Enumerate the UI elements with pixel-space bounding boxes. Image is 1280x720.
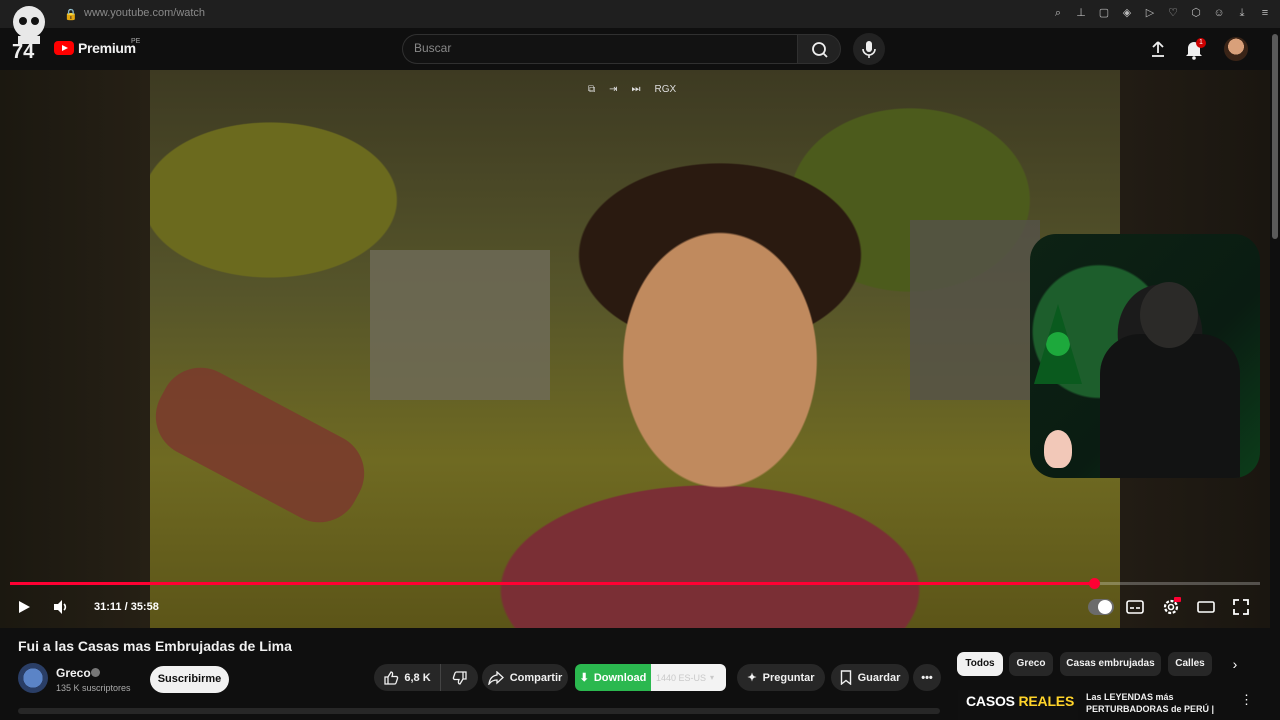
subscribe-button[interactable]: Suscribirme — [150, 666, 229, 693]
autoplay-knob — [1098, 600, 1112, 614]
download-label: Download — [593, 671, 647, 684]
settings-gear-icon[interactable] — [1161, 597, 1181, 617]
shield-icon[interactable]: ◈ — [1120, 6, 1134, 20]
presenter-arm — [141, 353, 379, 537]
menu-icon[interactable]: ≡ — [1258, 6, 1272, 20]
thumbs-up-icon — [384, 670, 399, 685]
video-player[interactable]: ⧉ ⇥ ⏭ RGX 31:11 / 35:58 — [0, 70, 1270, 628]
ask-button[interactable]: ✦ Preguntar — [737, 664, 825, 691]
pip-icon[interactable]: ⧉ — [588, 84, 595, 95]
country-code: PE — [131, 38, 141, 45]
lock-icon: 🔒 — [64, 9, 78, 21]
exit-icon[interactable]: ⇥ — [609, 84, 617, 95]
overlay-label[interactable]: RGX — [655, 84, 677, 95]
player-ambient-left — [0, 70, 150, 628]
save-button[interactable]: Guardar — [831, 664, 909, 691]
zoom-icon[interactable]: ⌕ — [1051, 6, 1065, 20]
like-dislike-group: 6,8 K — [374, 664, 478, 691]
more-actions-button[interactable]: ••• — [913, 664, 941, 691]
ask-label: Preguntar — [762, 671, 815, 684]
download-arrow-icon: ⬇ — [579, 672, 589, 684]
download-quality-value: 1440 ES-US — [656, 672, 707, 683]
subscriber-count: 135 K suscriptores — [56, 683, 131, 693]
video-frame[interactable] — [141, 70, 1120, 628]
video-title: Fui a las Casas mas Embrujadas de Lima — [18, 638, 292, 654]
description-box[interactable] — [18, 708, 940, 714]
download-quality-select[interactable]: 1440 ES-US ▾ — [651, 664, 726, 691]
progress-bar[interactable] — [10, 578, 1260, 589]
channel-name[interactable]: Greco — [56, 666, 91, 680]
extension-icon[interactable]: ⬡ — [1189, 6, 1203, 20]
chip-channel[interactable]: Greco — [1009, 652, 1053, 676]
background-building — [910, 220, 1040, 400]
time-display: 31:11 / 35:58 — [94, 601, 159, 613]
mic-icon — [862, 41, 876, 58]
like-count: 6,8 K — [404, 671, 431, 684]
search-input[interactable]: Buscar — [414, 41, 451, 55]
browser-extensions: ⌕ ⊥ ▢ ◈ ▷ ♡ ⬡ ☺ ⤓ ≡ — [1051, 6, 1272, 20]
webcam-person-head — [1140, 282, 1198, 348]
christmas-tree — [1034, 304, 1082, 384]
more-horizontal-icon: ••• — [921, 671, 933, 684]
address-bar[interactable]: www.youtube.com/watch — [84, 7, 205, 19]
fullscreen-icon[interactable] — [1232, 598, 1250, 616]
like-button[interactable]: 6,8 K — [374, 664, 441, 691]
chip-topic[interactable]: Calles — [1168, 652, 1212, 676]
share-arrow-icon — [487, 670, 504, 685]
channel-avatar[interactable] — [18, 663, 48, 693]
verified-badge-icon — [91, 668, 100, 677]
voice-search-button[interactable] — [853, 33, 885, 65]
browser-toolbar: 🔒 www.youtube.com/watch ⌕ ⊥ ▢ ◈ ▷ ♡ ⬡ ☺ … — [0, 0, 1280, 28]
recommendation-thumbnail-text: CASOS REALES — [966, 693, 1075, 709]
heart-icon[interactable]: ♡ — [1166, 6, 1180, 20]
save-label: Guardar — [857, 671, 901, 684]
chip-topic[interactable]: Casas embrujadas — [1060, 652, 1161, 676]
dislike-button[interactable] — [441, 670, 478, 686]
progress-scrubber[interactable] — [1088, 578, 1100, 589]
webcam-person-body — [1100, 334, 1240, 478]
play-icon[interactable]: ▷ — [1143, 6, 1157, 20]
background-building — [370, 250, 550, 400]
streamer-webcam-overlay — [1030, 234, 1260, 478]
upload-icon[interactable] — [1148, 39, 1168, 59]
person-icon[interactable]: ☺ — [1212, 6, 1226, 20]
player-controls: 31:11 / 35:58 — [0, 590, 1270, 626]
user-avatar[interactable] — [1224, 37, 1248, 61]
chevron-right-icon[interactable]: › — [1226, 655, 1244, 673]
recommendation-title[interactable]: Las LEYENDAS más PERTURBADORAS de PERÚ | — [1086, 691, 1226, 715]
youtube-premium-logo[interactable]: Premium — [54, 40, 136, 56]
search-button[interactable] — [797, 34, 841, 64]
autoplay-toggle[interactable] — [1088, 599, 1114, 615]
more-vertical-icon[interactable]: ⋮ — [1240, 692, 1253, 708]
video-overlay-toolbar: ⧉ ⇥ ⏭ RGX — [588, 84, 676, 95]
share-button[interactable]: Compartir — [482, 664, 568, 691]
chip-all[interactable]: Todos — [957, 652, 1003, 676]
skull-logo-icon: 74 — [12, 6, 45, 60]
play-button-icon[interactable] — [16, 599, 32, 615]
download-icon[interactable]: ⤓ — [1235, 6, 1249, 20]
character-sticker — [1044, 430, 1072, 468]
svg-text:74: 74 — [12, 41, 35, 60]
search-box[interactable] — [402, 34, 798, 64]
pin-icon[interactable]: ⊥ — [1074, 6, 1088, 20]
notification-badge: 1 — [1196, 38, 1206, 48]
download-button[interactable]: ⬇ Download — [575, 664, 651, 691]
youtube-play-icon — [54, 41, 74, 55]
skip-icon[interactable]: ⏭ — [632, 84, 641, 95]
share-label: Compartir — [509, 671, 563, 684]
bookmark-icon — [840, 670, 851, 685]
sparkle-icon: ✦ — [747, 672, 757, 684]
theater-mode-icon[interactable] — [1197, 599, 1215, 615]
progress-played — [10, 582, 1094, 585]
subtitles-icon[interactable] — [1126, 599, 1144, 615]
thumbs-down-icon — [452, 670, 467, 685]
volume-icon[interactable] — [52, 599, 70, 615]
chevron-down-icon: ▾ — [710, 673, 715, 682]
crop-icon[interactable]: ▢ — [1097, 6, 1111, 20]
scrollbar-thumb[interactable] — [1272, 34, 1278, 239]
search-icon — [812, 42, 828, 58]
